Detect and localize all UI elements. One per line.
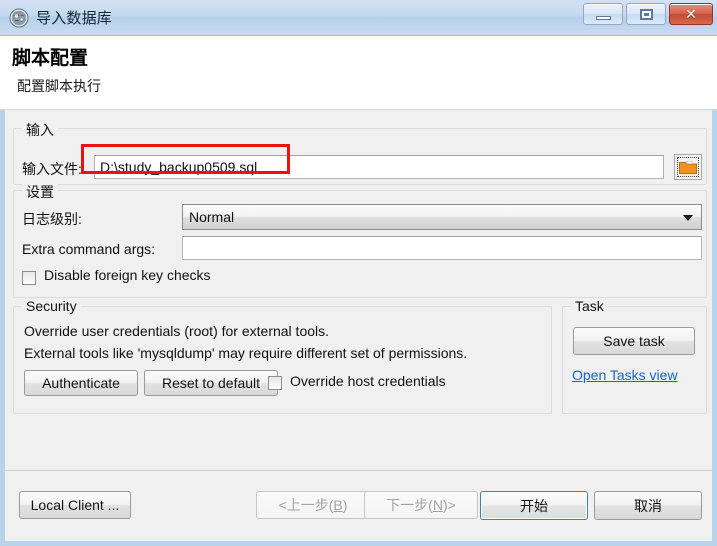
input-group-label: 输入 — [22, 120, 58, 140]
page-title: 脚本配置 — [12, 48, 89, 69]
back-button: <上一步(B) — [256, 491, 370, 519]
maximize-button[interactable] — [626, 3, 666, 25]
local-client-button[interactable]: Local Client ... — [19, 491, 131, 519]
next-button-accel: N — [432, 497, 443, 513]
window-title: 导入数据库 — [36, 10, 113, 27]
override-host-credentials-label: Override host credentials — [290, 373, 446, 389]
settings-group-label: 设置 — [22, 182, 58, 202]
folder-icon — [679, 160, 697, 174]
next-button: 下一步(N)> — [364, 491, 478, 519]
task-group-label: Task — [571, 298, 608, 314]
extra-args-label: Extra command args: — [22, 241, 156, 257]
page-subtitle: 配置脚本执行 — [17, 78, 101, 94]
app-globe-icon — [9, 8, 29, 28]
page-header: 脚本配置 配置脚本执行 — [0, 36, 717, 110]
close-icon: ✕ — [685, 6, 697, 22]
settings-group: 设置 日志级别: Normal Extra command args: Disa… — [13, 182, 707, 298]
disable-foreign-key-label: Disable foreign key checks — [44, 267, 211, 283]
minimize-button[interactable] — [583, 3, 623, 25]
log-level-select[interactable]: Normal — [182, 204, 702, 230]
back-button-label-pre: <上一步( — [278, 497, 334, 513]
close-button[interactable]: ✕ — [669, 3, 713, 25]
security-group: Security Override user credentials (root… — [13, 298, 552, 414]
security-line-2: External tools like 'mysqldump' may requ… — [24, 345, 468, 361]
security-group-label: Security — [22, 298, 81, 314]
extra-args-field[interactable] — [182, 236, 702, 260]
cancel-button[interactable]: 取消 — [594, 491, 702, 520]
log-level-value: Normal — [189, 209, 235, 225]
override-host-credentials-checkbox[interactable] — [268, 376, 282, 390]
input-file-label: 输入文件: — [22, 161, 82, 177]
dialog-footer: Local Client ... <上一步(B) 下一步(N)> 开始 取消 — [0, 470, 717, 546]
save-task-button[interactable]: Save task — [573, 327, 695, 355]
reset-to-default-button[interactable]: Reset to default — [144, 370, 278, 396]
title-bar: 导入数据库 ✕ — [0, 0, 717, 36]
task-group: Task Save task Open Tasks view — [562, 298, 707, 414]
dialog-body: 输入 输入文件: D:\study_backup0509.sql 设置 日志级别… — [0, 110, 717, 470]
minimize-icon — [596, 16, 611, 20]
back-button-accel: B — [333, 497, 343, 513]
next-button-label-pre: 下一步( — [386, 497, 433, 513]
security-line-1: Override user credentials (root) for ext… — [24, 323, 330, 339]
back-button-label-post: ) — [342, 497, 348, 513]
window-controls: ✕ — [583, 3, 713, 25]
import-database-dialog: 导入数据库 ✕ 脚本配置 配置脚本执行 输入 输入文件: D:\study_ba… — [0, 0, 717, 546]
next-button-label-post: )> — [442, 497, 456, 513]
input-group: 输入 输入文件: D:\study_backup0509.sql — [13, 120, 707, 185]
chevron-down-icon — [683, 215, 693, 221]
open-tasks-view-link[interactable]: Open Tasks view — [572, 367, 678, 383]
disable-foreign-key-checkbox[interactable] — [22, 271, 36, 285]
authenticate-button[interactable]: Authenticate — [24, 370, 138, 396]
maximize-icon — [640, 9, 653, 20]
input-file-field[interactable]: D:\study_backup0509.sql — [94, 155, 664, 179]
log-level-label: 日志级别: — [22, 211, 82, 227]
browse-file-button[interactable] — [674, 154, 702, 180]
start-button[interactable]: 开始 — [480, 491, 588, 520]
